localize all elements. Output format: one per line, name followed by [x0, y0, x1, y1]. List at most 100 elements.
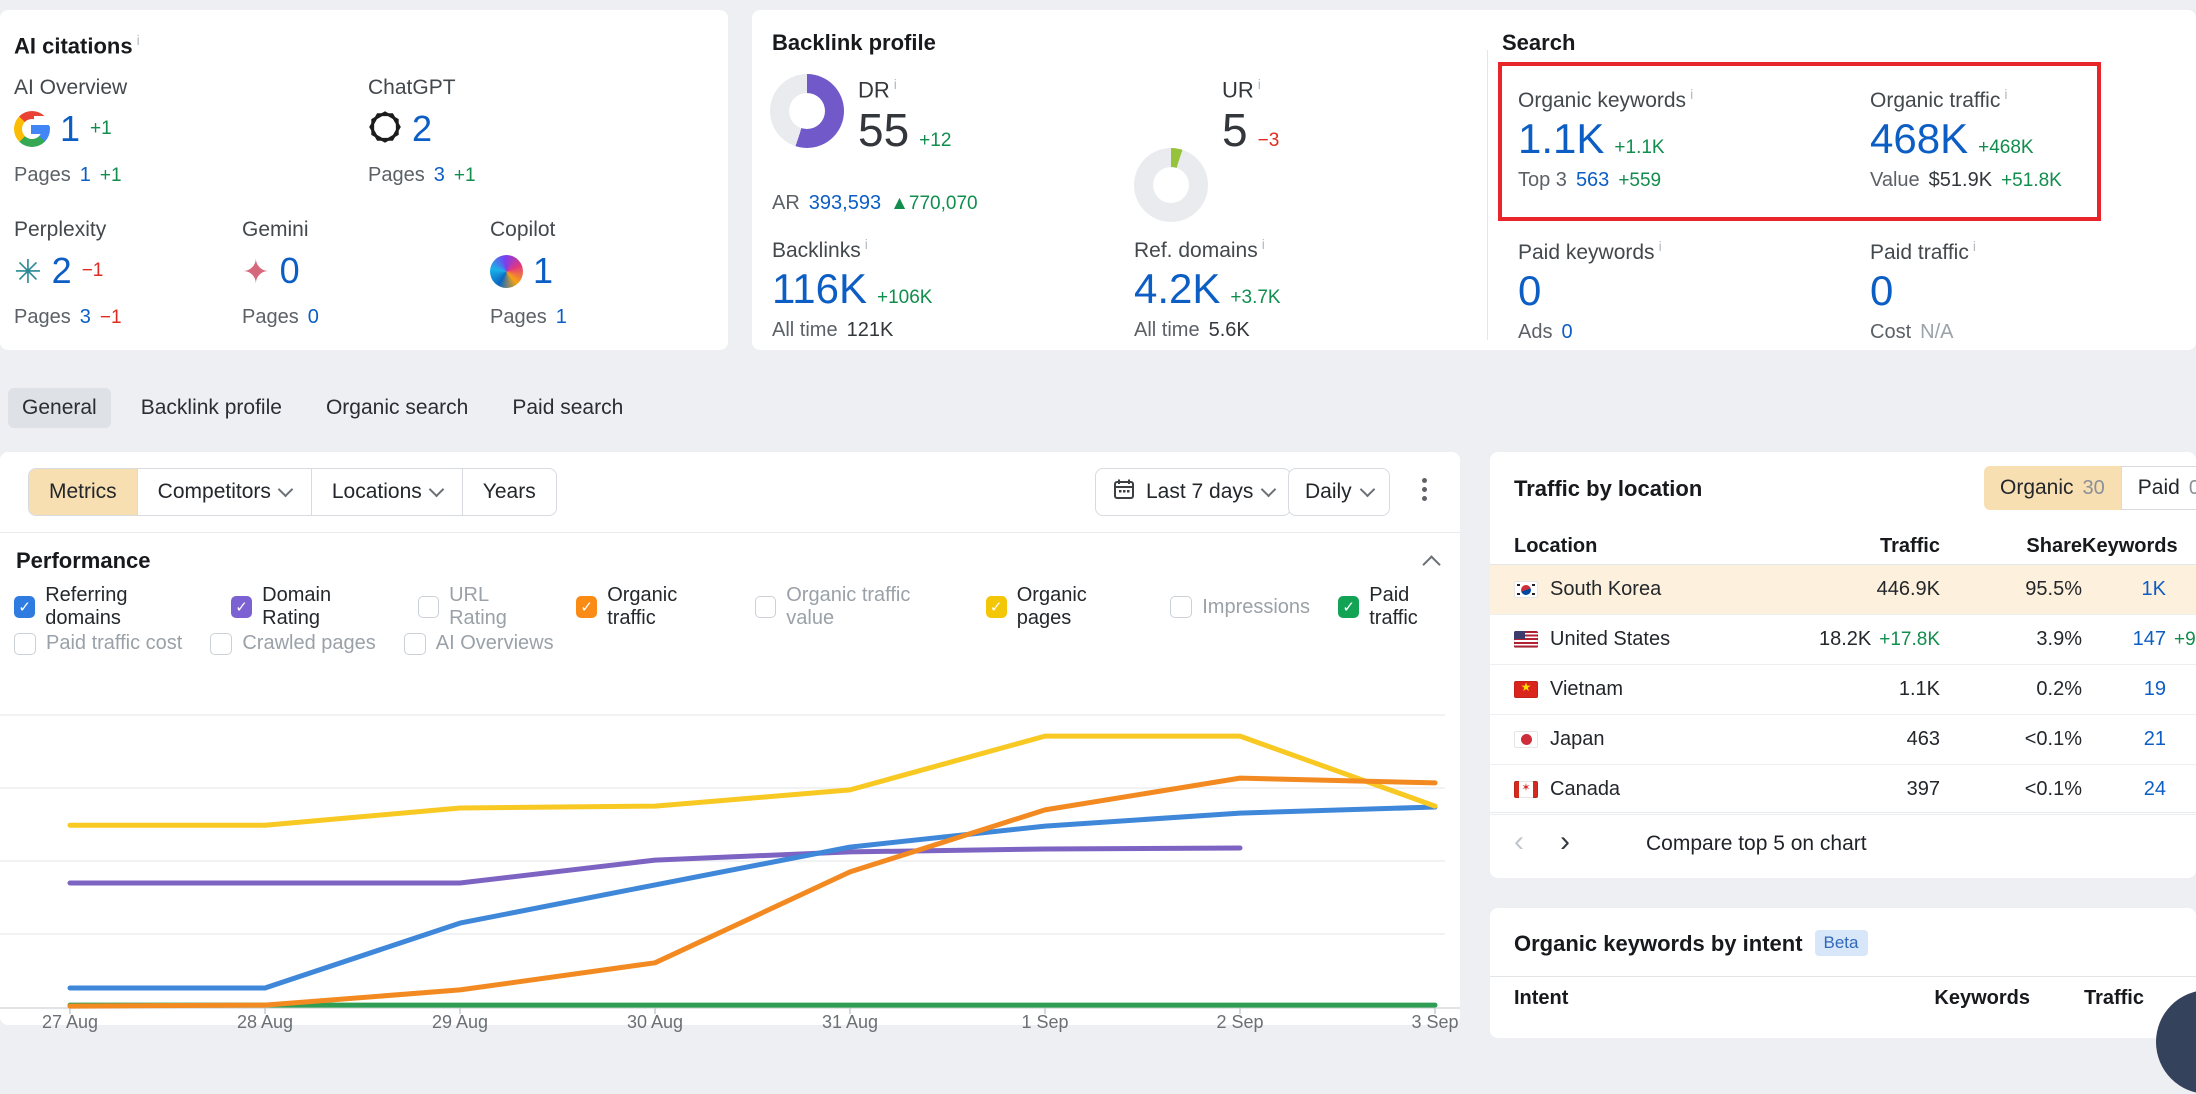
compare-top5-link[interactable]: Compare top 5 on chart	[1646, 832, 1867, 856]
traffic-value: 1.1K	[1714, 678, 1940, 701]
perplexity-count[interactable]: 2	[52, 250, 72, 292]
date-range-button[interactable]: Last 7 days	[1095, 468, 1291, 516]
x-axis-label: 1 Sep	[1021, 1012, 1068, 1032]
metric-checkbox-paid-traffic-cost[interactable]: Paid traffic cost	[14, 632, 182, 655]
location-row-jp: Japan463<0.1%21	[1490, 715, 2196, 765]
location-name: United States	[1550, 628, 1670, 651]
checkbox-icon	[14, 633, 36, 655]
keywords-by-intent-card: Organic keywords by intentBeta Intent Ke…	[1490, 908, 2196, 1038]
chatgpt-count[interactable]: 2	[412, 108, 432, 150]
metric-checkbox-organic-traffic[interactable]: ✓Organic traffic	[576, 584, 727, 630]
toggle-organic[interactable]: Organic 30	[1984, 466, 2121, 510]
metrics-segmented-control: Metrics Competitors Locations Years	[28, 468, 557, 516]
ai-overview-delta: +1	[90, 118, 112, 140]
keywords-link[interactable]: 147	[2082, 628, 2166, 651]
checkbox-icon: ✓	[576, 596, 597, 618]
prev-page-button[interactable]: ‹	[1514, 827, 1524, 857]
keywords-link[interactable]: 21	[2082, 728, 2166, 751]
more-options-button[interactable]	[1422, 478, 1427, 501]
info-icon[interactable]: i	[865, 236, 868, 252]
checkbox-icon	[418, 596, 439, 618]
performance-card: Metrics Competitors Locations Years Last…	[0, 452, 1460, 1025]
segment-locations[interactable]: Locations	[311, 468, 463, 516]
keywords-link[interactable]: 19	[2082, 678, 2166, 701]
keywords-delta: +92	[2166, 629, 2196, 651]
pages-count[interactable]: 3	[80, 306, 91, 329]
series-domain-rating	[70, 848, 1240, 883]
info-icon[interactable]: i	[1258, 76, 1261, 92]
metric-checkbox-organic-traffic-value[interactable]: Organic traffic value	[755, 584, 958, 630]
location-name: South Korea	[1550, 578, 1661, 601]
paid-traffic-value[interactable]: 0	[1870, 267, 1893, 314]
search-title: Search	[1502, 30, 1575, 56]
metric-label: Impressions	[1202, 596, 1310, 619]
metric-checkbox-url-rating[interactable]: URL Rating	[418, 584, 548, 630]
chevron-down-icon	[1261, 482, 1277, 498]
toggle-paid[interactable]: Paid 0	[2121, 466, 2196, 510]
ai-citations-title: AI citationsi	[14, 32, 140, 59]
checkbox-icon: ✓	[14, 596, 35, 618]
granularity-button[interactable]: Daily	[1288, 468, 1390, 516]
metric-checkbox-impressions[interactable]: Impressions	[1170, 596, 1310, 619]
intent-divider	[1490, 976, 2196, 977]
segment-years[interactable]: Years	[462, 468, 557, 516]
segment-metrics[interactable]: Metrics	[28, 468, 138, 516]
checkbox-icon: ✓	[986, 596, 1007, 618]
metric-checkbox-crawled-pages[interactable]: Crawled pages	[210, 632, 375, 655]
x-axis-label: 29 Aug	[432, 1012, 488, 1032]
keywords-link[interactable]: 24	[2082, 778, 2166, 801]
ar-row: AR 393,593 ▲770,070	[772, 192, 978, 215]
ref-domains-block: Ref. domainsi 4.2K +3.7K All time 5.6K	[1134, 236, 1281, 342]
metric-checkbox-referring-domains[interactable]: ✓Referring domains	[14, 584, 203, 630]
info-icon[interactable]: i	[1659, 238, 1662, 254]
location-table-header: Location Traffic Share Keywords	[1490, 528, 2196, 565]
calendar-icon	[1112, 477, 1136, 507]
copilot-count[interactable]: 1	[533, 250, 553, 292]
info-icon[interactable]: i	[137, 32, 140, 48]
pages-count[interactable]: 1	[556, 306, 567, 329]
ca-flag-icon	[1514, 781, 1538, 798]
ai-overview-count[interactable]: 1	[60, 108, 80, 150]
keywords-link[interactable]: 1K	[2082, 578, 2166, 601]
dr-block: DRi 55 +12	[858, 76, 951, 157]
backlinks-value[interactable]: 116K	[772, 265, 867, 313]
tab-paid-search[interactable]: Paid search	[498, 388, 637, 428]
engine-cell-copilot: Copilot 1 Pages 1	[490, 218, 567, 329]
x-axis-label: 3 Sep	[1411, 1012, 1458, 1032]
tab-general[interactable]: General	[8, 388, 111, 428]
segment-competitors[interactable]: Competitors	[137, 468, 312, 516]
pages-count[interactable]: 0	[308, 306, 319, 329]
metric-checkbox-domain-rating[interactable]: ✓Domain Rating	[231, 584, 390, 630]
info-icon[interactable]: i	[894, 76, 897, 92]
ur-block: URi 5 −3	[1222, 76, 1279, 157]
metric-label: Paid traffic cost	[46, 632, 182, 655]
pages-count[interactable]: 3	[434, 164, 445, 187]
ref-domains-value[interactable]: 4.2K	[1134, 265, 1220, 313]
checkbox-icon	[210, 633, 232, 655]
metric-checkbox-organic-pages[interactable]: ✓Organic pages	[986, 584, 1143, 630]
metric-checkbox-paid-traffic[interactable]: ✓Paid traffic	[1338, 584, 1460, 630]
metric-checkbox-ai-overviews[interactable]: AI Overviews	[404, 632, 554, 655]
paid-keywords-value[interactable]: 0	[1518, 267, 1541, 314]
pages-count[interactable]: 1	[80, 164, 91, 187]
chevron-down-icon	[1359, 482, 1375, 498]
info-icon[interactable]: i	[1973, 238, 1976, 254]
domain-rating-donut	[770, 74, 844, 148]
vn-flag-icon	[1514, 681, 1538, 698]
tab-organic-search[interactable]: Organic search	[312, 388, 482, 428]
next-page-button[interactable]: ›	[1560, 827, 1570, 857]
share-value: 3.9%	[1940, 628, 2082, 651]
gemini-count[interactable]: 0	[280, 250, 300, 292]
checkbox-icon	[755, 596, 776, 618]
checkbox-icon: ✓	[231, 596, 252, 618]
tab-backlink-profile[interactable]: Backlink profile	[127, 388, 296, 428]
jp-flag-icon	[1514, 731, 1538, 748]
copilot-icon	[490, 255, 523, 288]
traffic-value: 18.2K+17.8K	[1714, 628, 1940, 651]
collapse-section-button[interactable]	[1422, 555, 1440, 573]
ar-value[interactable]: 393,593	[809, 192, 881, 215]
backlink-profile-title: Backlink profile	[772, 30, 936, 56]
metric-label: AI Overviews	[436, 632, 554, 655]
info-icon[interactable]: i	[1262, 236, 1265, 252]
location-name: Japan	[1550, 728, 1605, 751]
